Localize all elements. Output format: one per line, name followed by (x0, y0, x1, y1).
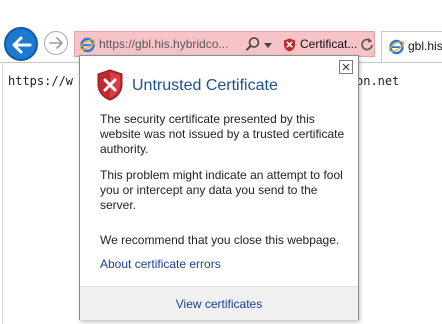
page-url-text-start: https://w (8, 74, 74, 88)
flyout-title: Untrusted Certificate (132, 77, 278, 94)
page-url-text-end: on.net (356, 74, 400, 88)
tab-title: gbl.his (408, 39, 442, 53)
page-divider (2, 63, 3, 324)
flyout-footer: View certificates (80, 286, 358, 320)
search-icon[interactable] (245, 36, 261, 52)
forward-arrow-icon (49, 37, 63, 49)
browser-tab[interactable]: gbl.his (381, 31, 442, 62)
recommendation-text: We recommend that you close this webpage… (100, 233, 340, 247)
certificate-error-button[interactable]: Certificat... (280, 32, 359, 56)
certificate-error-shield-icon (284, 38, 295, 52)
certificate-error-flyout: Untrusted Certificate The security certi… (79, 55, 359, 320)
address-bar[interactable]: https://gbl.his.hybridco... Certificat..… (74, 31, 375, 57)
close-icon (342, 63, 350, 71)
certificate-error-label: Certificat... (300, 37, 358, 51)
warning-paragraph-1: The security certificate presented by th… (100, 112, 345, 156)
chevron-down-icon[interactable] (264, 43, 272, 48)
warning-shield-icon (97, 69, 123, 101)
ie-logo-icon (79, 37, 96, 53)
browser-toolbar: https://gbl.his.hybridco... Certificat..… (0, 0, 442, 62)
about-certificate-errors-link[interactable]: About certificate errors (100, 257, 221, 271)
refresh-icon[interactable] (360, 36, 374, 52)
warning-paragraph-2: This problem might indicate an attempt t… (100, 168, 343, 212)
ie-logo-icon (388, 39, 405, 55)
forward-button[interactable] (44, 31, 68, 55)
close-button[interactable] (339, 60, 353, 74)
back-button[interactable] (4, 27, 38, 61)
address-url[interactable]: https://gbl.his.hybridco... (99, 37, 239, 53)
back-arrow-icon (12, 36, 32, 54)
view-certificates-link[interactable]: View certificates (80, 297, 358, 311)
